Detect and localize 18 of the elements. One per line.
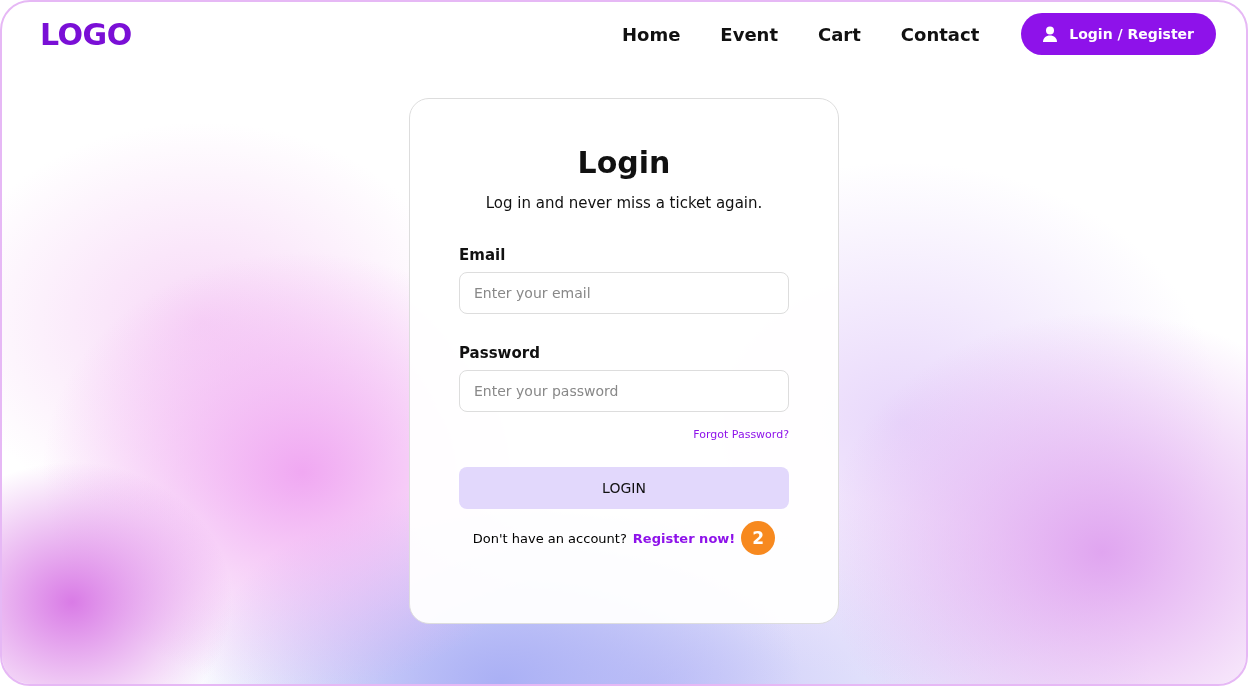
field-label: Email [459, 246, 507, 264]
nav-link[interactable]: Contact [900, 23, 980, 45]
logo: LOGO [40, 16, 132, 52]
login-register-button[interactable]: Login / Register [1021, 13, 1216, 55]
register-prompt: Don't have an account? [472, 530, 627, 546]
nav-link[interactable]: Event [720, 23, 778, 45]
login-button[interactable]: LOGIN [459, 467, 789, 509]
input-field[interactable]: Enter your password [459, 370, 789, 412]
card-subtitle: Log in and never miss a ticket again. [484, 194, 764, 212]
input-field[interactable]: Enter your email [459, 272, 789, 314]
number-badge: 2 [741, 521, 776, 555]
nav-link[interactable]: Cart [818, 23, 861, 45]
card-title: Login [576, 145, 672, 180]
field-label: Password [459, 344, 541, 362]
nav-link[interactable]: Home [621, 23, 681, 45]
forgot-password-link[interactable]: Forgot Password? [693, 428, 789, 441]
register-link[interactable]: Register now! [632, 530, 736, 546]
user-icon [1043, 26, 1058, 42]
